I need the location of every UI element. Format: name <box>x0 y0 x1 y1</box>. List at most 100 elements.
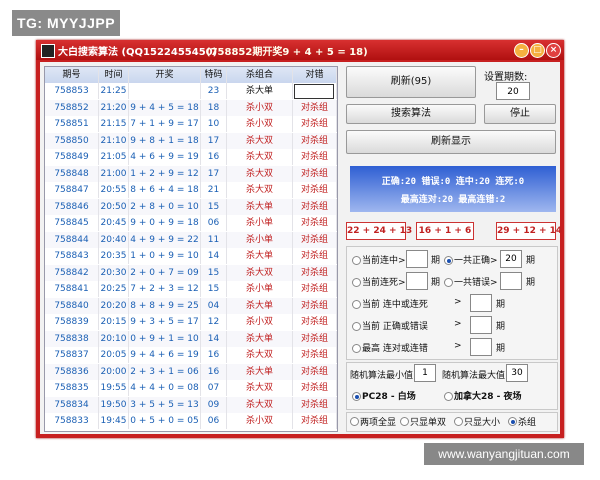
header-issue[interactable]: 期号 <box>45 67 99 83</box>
table-row[interactable]: 758843 20:35 1 + 0 + 9 = 10 14 杀大单 对杀组 <box>45 248 337 264</box>
radio-kill-group[interactable] <box>508 417 517 426</box>
gt-3: > <box>454 341 462 351</box>
radio-show-both[interactable] <box>350 417 359 426</box>
radio-odd-even[interactable] <box>400 417 409 426</box>
table-row[interactable]: 758846 20:50 2 + 8 + 0 = 10 15 杀大单 对杀组 <box>45 198 337 215</box>
header-draw[interactable]: 开奖 <box>129 67 201 83</box>
period-label: 设置期数: <box>484 72 528 83</box>
cell-kill: 杀大双 <box>227 132 293 149</box>
input-max-correct-or-wrong[interactable] <box>470 338 492 356</box>
table-row[interactable]: 758851 21:15 7 + 1 + 9 = 17 10 杀小双 对杀组 <box>45 116 337 132</box>
table-row[interactable]: 758844 20:40 4 + 9 + 9 = 22 11 杀小单 对杀组 <box>45 231 337 248</box>
table-row[interactable]: 758835 19:55 4 + 4 + 0 = 08 07 杀大双 对杀组 <box>45 380 337 396</box>
input-hit-or-dead[interactable] <box>470 294 492 312</box>
cell-kill: 杀大双 <box>227 165 293 182</box>
minimize-icon[interactable]: – <box>514 43 529 58</box>
radio-total-correct[interactable] <box>444 256 453 265</box>
radio-current-dead[interactable] <box>352 278 361 287</box>
label-rand-max: 随机算法最大值 <box>442 371 506 381</box>
input-total-correct[interactable]: 20 <box>500 250 522 268</box>
unit-5: 期 <box>496 300 506 310</box>
cell-result: 对杀组 <box>293 314 337 330</box>
table-row[interactable]: 758847 20:55 8 + 6 + 4 = 18 21 杀大双 对杀组 <box>45 182 337 198</box>
table-row[interactable]: 758834 19:50 3 + 5 + 5 = 13 09 杀大双 对杀组 <box>45 396 337 413</box>
radio-current-hit[interactable] <box>352 256 361 265</box>
cell-code: 11 <box>201 231 227 248</box>
table-row[interactable]: 758841 20:25 7 + 2 + 3 = 12 15 杀小单 对杀组 <box>45 281 337 297</box>
cell-kill: 杀大双 <box>227 347 293 363</box>
cell-issue: 758842 <box>45 264 99 281</box>
input-rand-min[interactable]: 1 <box>414 364 436 382</box>
cell-draw: 1 + 2 + 9 = 12 <box>129 165 201 182</box>
input-rand-max[interactable]: 30 <box>506 364 528 382</box>
cell-time: 20:00 <box>99 363 129 380</box>
table-row[interactable]: 758849 21:05 4 + 6 + 9 = 19 16 杀大双 对杀组 <box>45 149 337 165</box>
window-title: 大白搜索算法 (QQ1522455450) <box>58 47 218 58</box>
input-current-hit[interactable] <box>406 250 428 268</box>
table-row[interactable]: 758850 21:10 9 + 8 + 1 = 18 17 杀大双 对杀组 <box>45 132 337 149</box>
table-row[interactable]: 758833 19:45 0 + 5 + 0 = 05 06 杀小双 对杀组 <box>45 413 337 429</box>
cell-draw: 8 + 8 + 9 = 25 <box>129 297 201 314</box>
table-row[interactable]: 758836 20:00 2 + 3 + 1 = 06 16 杀大单 对杀组 <box>45 363 337 380</box>
table-row[interactable]: 758839 20:15 9 + 3 + 5 = 17 12 杀小双 对杀组 <box>45 314 337 330</box>
header-result[interactable]: 对错 <box>293 67 337 83</box>
input-current-dead[interactable] <box>406 272 428 290</box>
table-row[interactable]: 758837 20:05 9 + 4 + 6 = 19 16 杀大双 对杀组 <box>45 347 337 363</box>
cell-kill: 杀小双 <box>227 99 293 116</box>
cell-result: 对杀组 <box>293 132 337 149</box>
cell-result: 对杀组 <box>293 182 337 198</box>
table-row[interactable]: 758840 20:20 8 + 8 + 9 = 25 04 杀大单 对杀组 <box>45 297 337 314</box>
prediction-2: 16 + 1 + 6 <box>416 222 474 240</box>
radio-pc28[interactable] <box>352 392 361 401</box>
table-row[interactable]: 758853 21:25 23 杀大单 <box>45 83 337 99</box>
table-row[interactable]: 758845 20:45 9 + 0 + 9 = 18 06 杀小单 对杀组 <box>45 215 337 231</box>
label-odd-even: 只显单双 <box>410 418 447 428</box>
radio-big-small[interactable] <box>454 417 463 426</box>
cell-issue: 758839 <box>45 314 99 330</box>
input-correct-or-wrong[interactable] <box>470 316 492 334</box>
radio-correct-or-wrong[interactable] <box>352 322 361 331</box>
label-correct-or-wrong: 当前 正确或错误 <box>362 322 428 332</box>
cell-result: 对杀组 <box>293 99 337 116</box>
cell-code: 06 <box>201 413 227 429</box>
result-input[interactable] <box>294 84 334 99</box>
radio-canada[interactable] <box>444 392 453 401</box>
radio-hit-or-dead[interactable] <box>352 300 361 309</box>
cell-issue: 758851 <box>45 116 99 132</box>
refresh-display-button[interactable]: 刷新显示 <box>346 130 556 154</box>
cell-issue: 758852 <box>45 99 99 116</box>
input-total-wrong[interactable] <box>500 272 522 290</box>
search-algorithm-button[interactable]: 搜索算法 <box>346 104 476 124</box>
cell-result: 对杀组 <box>293 215 337 231</box>
watermark-tg: TG: MYYJJPP <box>12 10 120 36</box>
cell-result: 对杀组 <box>293 198 337 215</box>
table-row[interactable]: 758852 21:20 9 + 4 + 5 = 18 18 杀小双 对杀组 <box>45 99 337 116</box>
cell-code: 15 <box>201 264 227 281</box>
cell-time: 20:25 <box>99 281 129 297</box>
header-time[interactable]: 时间 <box>99 67 129 83</box>
cell-time: 21:00 <box>99 165 129 182</box>
label-rand-min: 随机算法最小值 <box>350 371 414 381</box>
cell-result: 对杀组 <box>293 248 337 264</box>
cell-kill: 杀大双 <box>227 149 293 165</box>
table-row[interactable]: 758848 21:00 1 + 2 + 9 = 12 17 杀大双 对杀组 <box>45 165 337 182</box>
radio-max-correct-or-wrong[interactable] <box>352 344 361 353</box>
maximize-icon[interactable]: □ <box>530 43 545 58</box>
cell-time: 21:25 <box>99 83 129 99</box>
stop-button[interactable]: 停止 <box>484 104 556 124</box>
refresh-button[interactable]: 刷新(95) <box>346 66 476 98</box>
cell-kill: 杀大双 <box>227 380 293 396</box>
table-row[interactable]: 758838 20:10 0 + 9 + 1 = 10 14 杀大单 对杀组 <box>45 330 337 347</box>
header-kill[interactable]: 杀组合 <box>227 67 293 83</box>
period-input[interactable]: 20 <box>496 82 530 100</box>
table-row[interactable]: 758842 20:30 2 + 0 + 7 = 09 15 杀大双 对杀组 <box>45 264 337 281</box>
close-icon[interactable]: × <box>546 43 561 58</box>
cell-code: 09 <box>201 396 227 413</box>
latest-draw-text: (758852期开奖9 + 4 + 5 = 18) <box>206 47 368 58</box>
radio-total-wrong[interactable] <box>444 278 453 287</box>
cell-issue: 758834 <box>45 396 99 413</box>
cell-issue: 758837 <box>45 347 99 363</box>
cell-result: 对杀组 <box>293 347 337 363</box>
header-code[interactable]: 特码 <box>201 67 227 83</box>
table-header: 期号 时间 开奖 特码 杀组合 对错 <box>45 67 337 83</box>
